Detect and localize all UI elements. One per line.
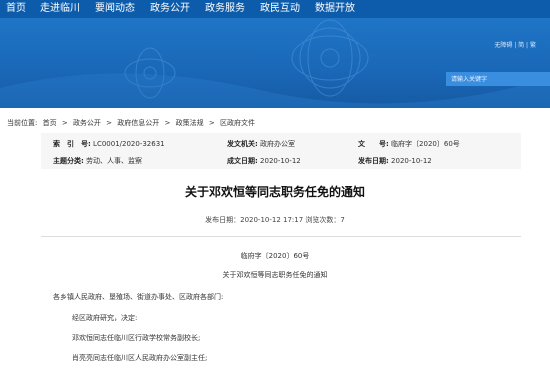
meta-created-date: 成文日期: 2020-10-12 — [227, 156, 301, 166]
search-input[interactable] — [446, 72, 550, 86]
nav-item-news[interactable]: 要闻动态 — [95, 0, 135, 18]
meta-topic-value: 劳动、人事、监察 — [86, 157, 143, 165]
meta-created-value: 2020-10-12 — [260, 157, 301, 165]
breadcrumb-separator: > — [164, 119, 171, 127]
article-paragraph: 肖亮亮同志任临川区人民政府办公室副主任; — [72, 354, 208, 362]
article-salutation: 各乡镇人民政府、垦殖场、街道办事处、区政府各部门: — [53, 293, 224, 301]
header-banner: 无障碍 | 简 | 繁 — [0, 18, 550, 108]
meta-doc-number: 文 号: 临府字〔2020〕60号 — [358, 139, 460, 149]
nav-item-interaction[interactable]: 政民互动 — [260, 0, 300, 18]
meta-created-key: 成文日期: — [227, 157, 258, 165]
breadcrumb-gov-info-open[interactable]: 政府信息公开 — [117, 119, 159, 127]
breadcrumb-separator: > — [106, 119, 113, 127]
breadcrumb-separator: > — [208, 119, 215, 127]
breadcrumb-district-docs[interactable]: 区政府文件 — [220, 119, 255, 127]
breadcrumb-gov-affairs-open[interactable]: 政务公开 — [73, 119, 101, 127]
meta-published-value: 2020-10-12 — [391, 157, 432, 165]
top-nav: 首页 走进临川 要闻动态 政务公开 政务服务 政民互动 数据开放 — [0, 0, 550, 18]
nav-item-gov-affairs-open[interactable]: 政务公开 — [150, 0, 190, 18]
breadcrumb: 当前位置: 首页 > 政务公开 > 政府信息公开 > 政策法规 > 区政府文件 — [7, 118, 258, 128]
article-doc-number: 临府字〔2020〕60号 — [240, 252, 310, 260]
meta-published-key: 发布日期: — [358, 157, 389, 165]
meta-docno-key: 文 号: — [358, 140, 389, 148]
meta-index-value: LC0001/2020-32631 — [93, 140, 165, 148]
article-subtitle: 关于邓欢恒等同志职务任免的通知 — [222, 271, 328, 279]
breadcrumb-home[interactable]: 首页 — [43, 119, 57, 127]
breadcrumb-separator: > — [61, 119, 68, 127]
article-title: 关于邓欢恒等同志职务任免的通知 — [184, 185, 365, 199]
nav-item-about-linchuan[interactable]: 走进临川 — [40, 0, 80, 18]
article-publish-info: 发布日期：2020-10-12 17:17 浏览次数：7 — [205, 216, 345, 224]
nav-item-data-open[interactable]: 数据开放 — [315, 0, 355, 18]
banner-flower-decoration — [0, 19, 550, 108]
article-paragraph: 邓欢恒同志任临川区行政学校常务副校长; — [72, 334, 201, 342]
meta-topic: 主题分类: 劳动、人事、监察 — [53, 156, 142, 166]
meta-issuer-key: 发文机关: — [227, 140, 258, 148]
meta-published-date: 发布日期: 2020-10-12 — [358, 156, 432, 166]
article-paragraph: 经区政府研究，决定: — [72, 314, 138, 322]
accessibility-links[interactable]: 无障碍 | 简 | 繁 — [494, 40, 536, 49]
meta-issuer-value: 政府办公室 — [260, 140, 296, 148]
meta-docno-value: 临府字〔2020〕60号 — [391, 140, 460, 148]
meta-issuer: 发文机关: 政府办公室 — [227, 139, 295, 149]
meta-index-number: 索 引 号: LC0001/2020-32631 — [53, 139, 165, 149]
article-divider — [41, 236, 521, 237]
nav-item-gov-services[interactable]: 政务服务 — [205, 0, 245, 18]
breadcrumb-policy[interactable]: 政策法规 — [176, 119, 204, 127]
meta-index-key: 索 引 号: — [53, 140, 91, 148]
nav-item-home[interactable]: 首页 — [6, 0, 26, 18]
meta-topic-key: 主题分类: — [53, 157, 84, 165]
breadcrumb-prefix: 当前位置: — [7, 119, 38, 127]
document-meta-table: 索 引 号: LC0001/2020-32631 发文机关: 政府办公室 文 号… — [41, 133, 521, 169]
